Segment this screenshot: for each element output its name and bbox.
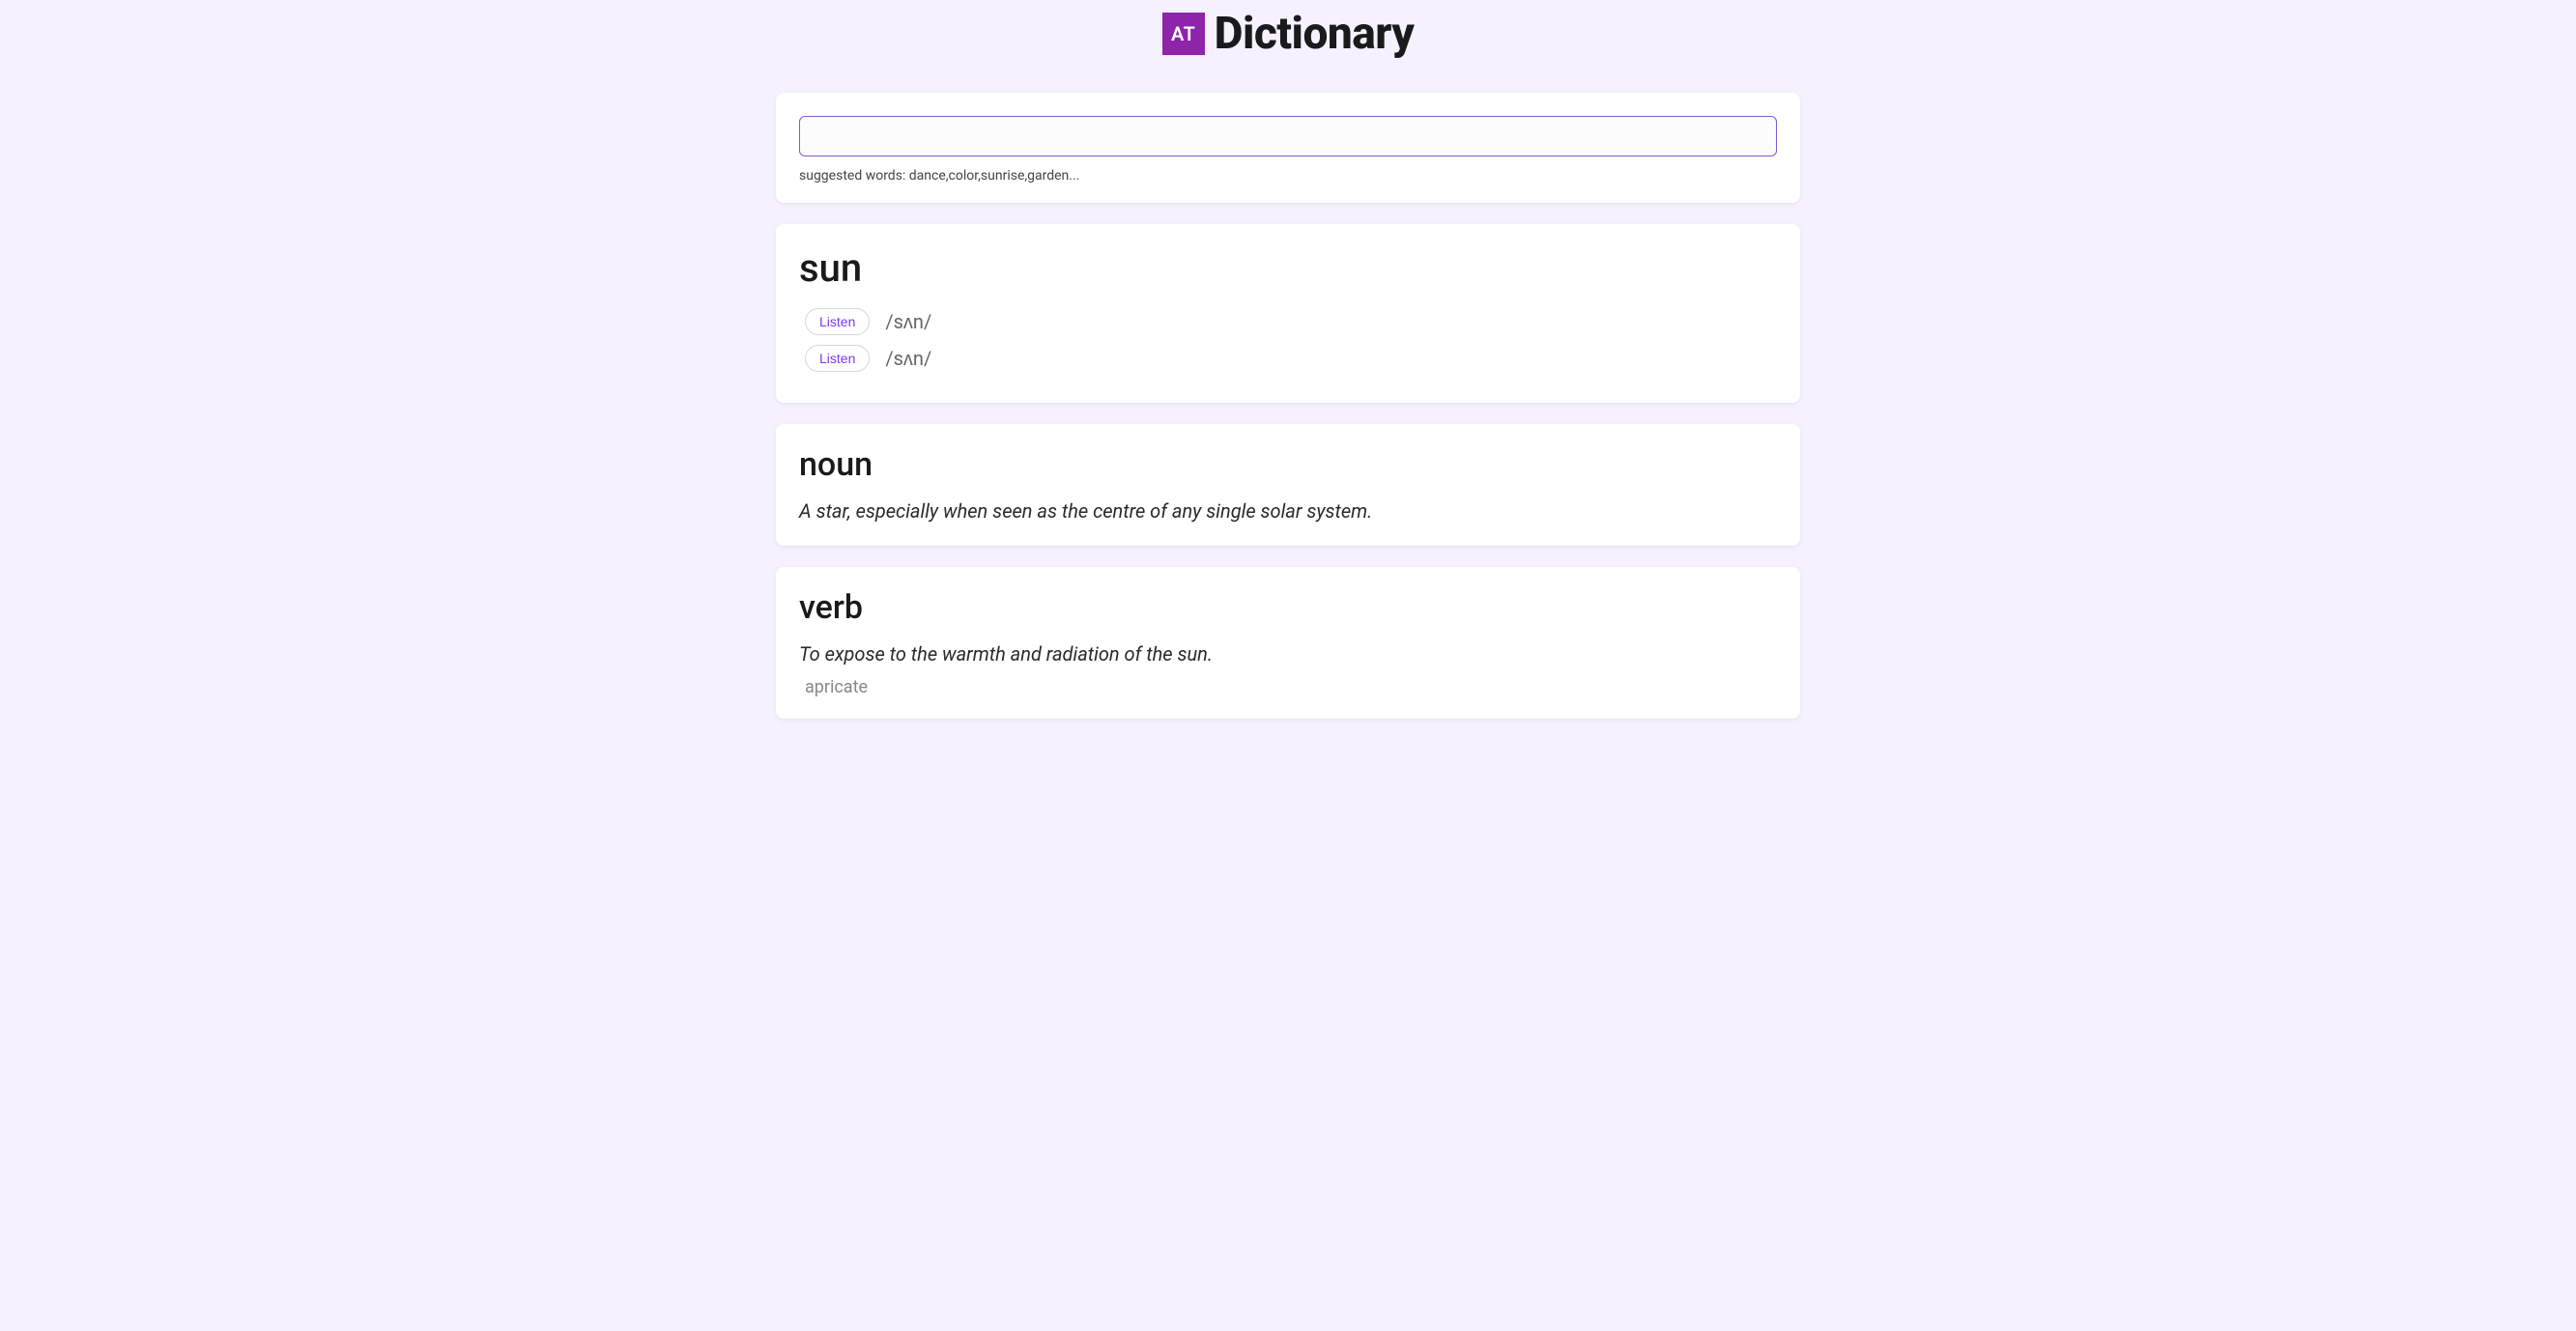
phonetic-row: Listen /sʌn/: [805, 308, 1777, 335]
search-input[interactable]: [799, 116, 1777, 156]
definition-text: To expose to the warmth and radiation of…: [799, 640, 1777, 667]
listen-button[interactable]: Listen: [805, 308, 870, 335]
part-of-speech: noun: [799, 445, 1777, 484]
suggested-words-label: suggested words: dance,color,sunrise,gar…: [799, 168, 1777, 184]
search-card: suggested words: dance,color,sunrise,gar…: [776, 93, 1800, 203]
word-card: sun Listen /sʌn/ Listen /sʌn/: [776, 224, 1800, 403]
phonetic-text: /sʌn/: [885, 310, 931, 334]
meaning-card: verb To expose to the warmth and radiati…: [776, 567, 1800, 719]
synonym-text: apricate: [805, 677, 1777, 697]
listen-button[interactable]: Listen: [805, 345, 870, 372]
phonetic-text: /sʌn/: [885, 347, 931, 371]
phonetic-row: Listen /sʌn/: [805, 345, 1777, 372]
definition-text: A star, especially when seen as the cent…: [799, 497, 1777, 524]
part-of-speech: verb: [799, 588, 1777, 627]
meaning-card: noun A star, especially when seen as the…: [776, 424, 1800, 546]
logo-badge: AT: [1162, 13, 1205, 55]
app-title: Dictionary: [1215, 8, 1415, 60]
word-title: sun: [799, 245, 1777, 291]
app-header: AT Dictionary: [0, 0, 2576, 71]
